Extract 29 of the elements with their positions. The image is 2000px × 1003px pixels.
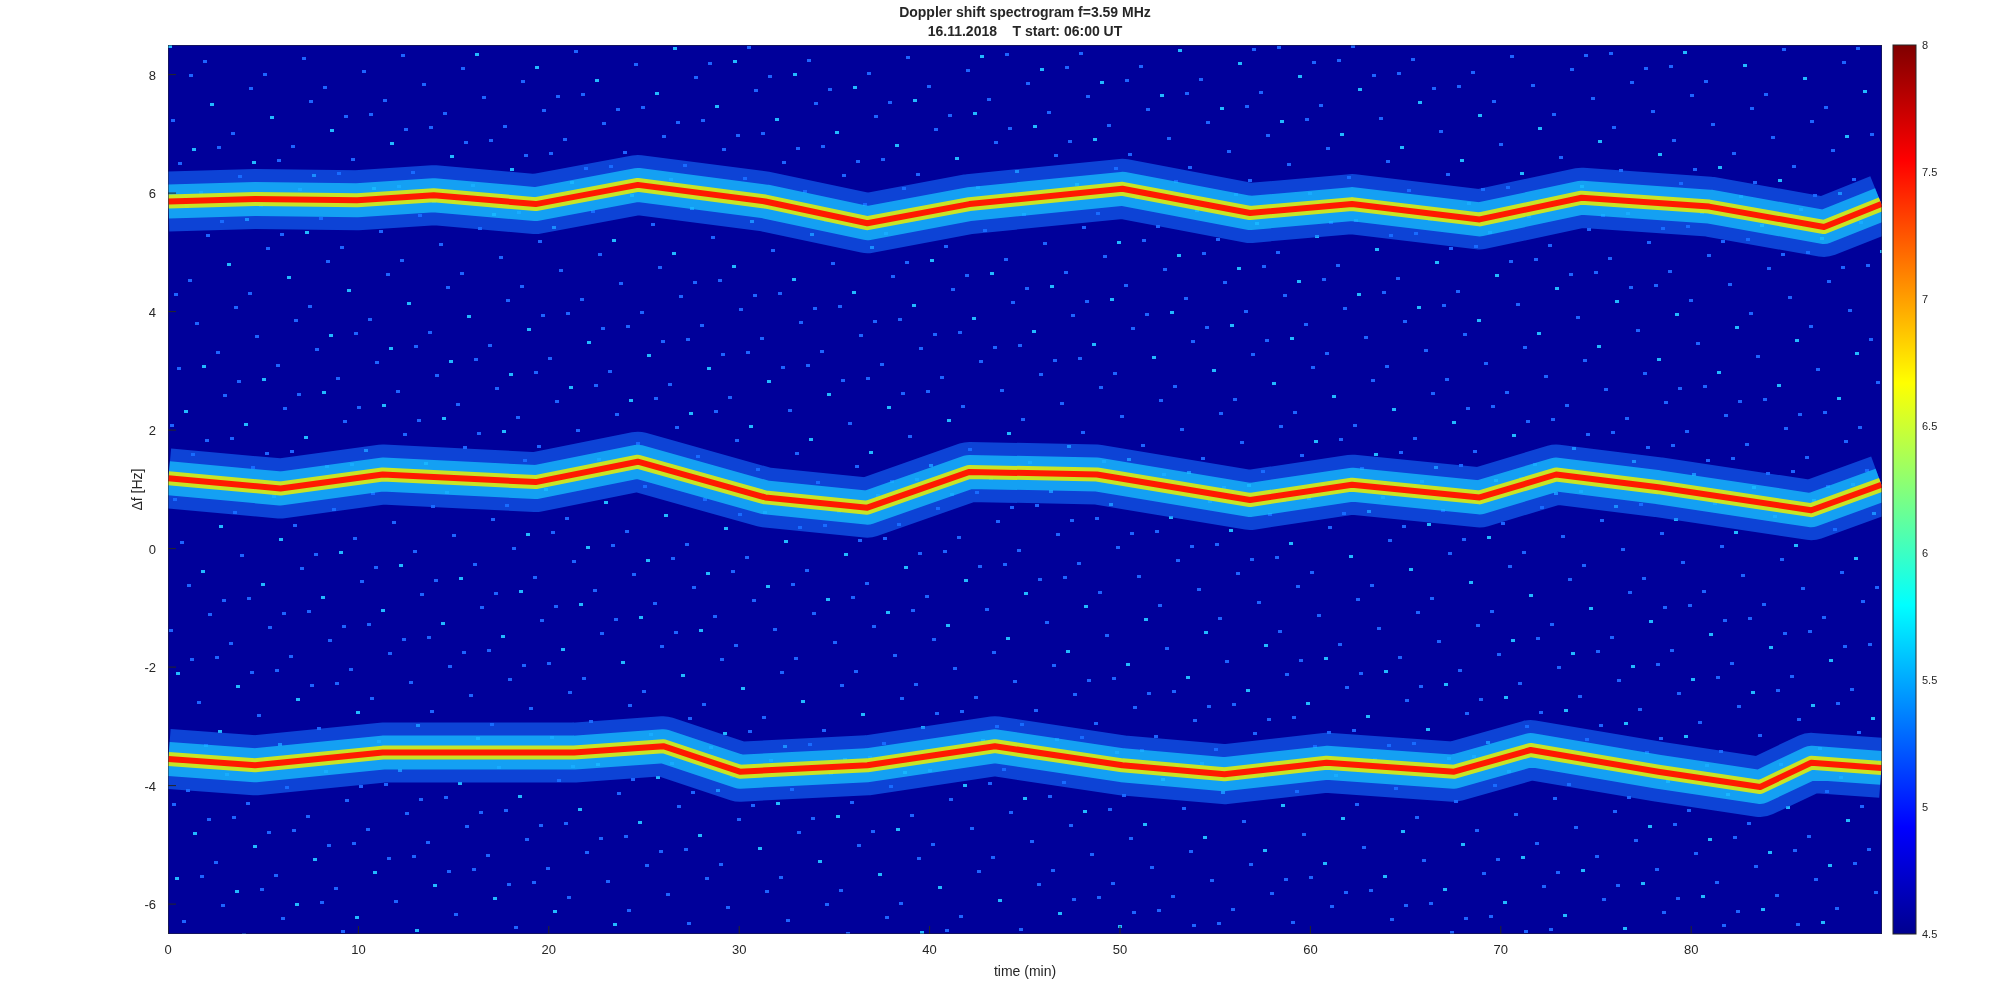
y-tick-label: 4 bbox=[148, 304, 156, 320]
x-tick-label: 40 bbox=[922, 942, 937, 957]
y-tick-label: 2 bbox=[148, 423, 156, 439]
x-tick-label: 0 bbox=[164, 942, 172, 957]
x-tick-label: 80 bbox=[1683, 942, 1699, 957]
y-tick-label: 8 bbox=[148, 67, 156, 83]
colorbar-tick-label: 5 bbox=[1922, 801, 1929, 813]
colorbar-tick-label: 8 bbox=[1922, 39, 1929, 51]
colorbar-tick-label: 4.5 bbox=[1922, 928, 1938, 940]
x-tick-label: 30 bbox=[731, 942, 747, 957]
y-tick-label: -4 bbox=[144, 778, 156, 794]
y-tick-label: 6 bbox=[148, 186, 156, 202]
chart-title: Doppler shift spectrogram f=3.59 MHz bbox=[899, 4, 1151, 20]
colorbar-tick-label: 6.5 bbox=[1922, 420, 1938, 432]
x-tick-label: 50 bbox=[1112, 942, 1128, 957]
x-tick-label: 60 bbox=[1303, 942, 1318, 957]
colorbar-tick-label: 7.5 bbox=[1922, 166, 1938, 178]
y-tick-label: -6 bbox=[144, 897, 156, 913]
y-tick-label: -2 bbox=[144, 660, 156, 676]
y-tick-label: 0 bbox=[148, 541, 156, 557]
y-axis-label: Δf [Hz] bbox=[129, 468, 145, 511]
x-tick-label: 20 bbox=[541, 942, 557, 957]
colorbar-tick-label: 7 bbox=[1922, 293, 1929, 305]
x-tick-label: 70 bbox=[1493, 942, 1509, 957]
x-axis-label: time (min) bbox=[993, 963, 1057, 979]
x-tick-label: 10 bbox=[351, 942, 366, 957]
colorbar-tick-label: 6 bbox=[1922, 547, 1929, 559]
chart-subtitle: 16.11.2018 T start: 06:00 UT bbox=[927, 23, 1123, 39]
colorbar-tick-label: 5.5 bbox=[1922, 674, 1938, 686]
